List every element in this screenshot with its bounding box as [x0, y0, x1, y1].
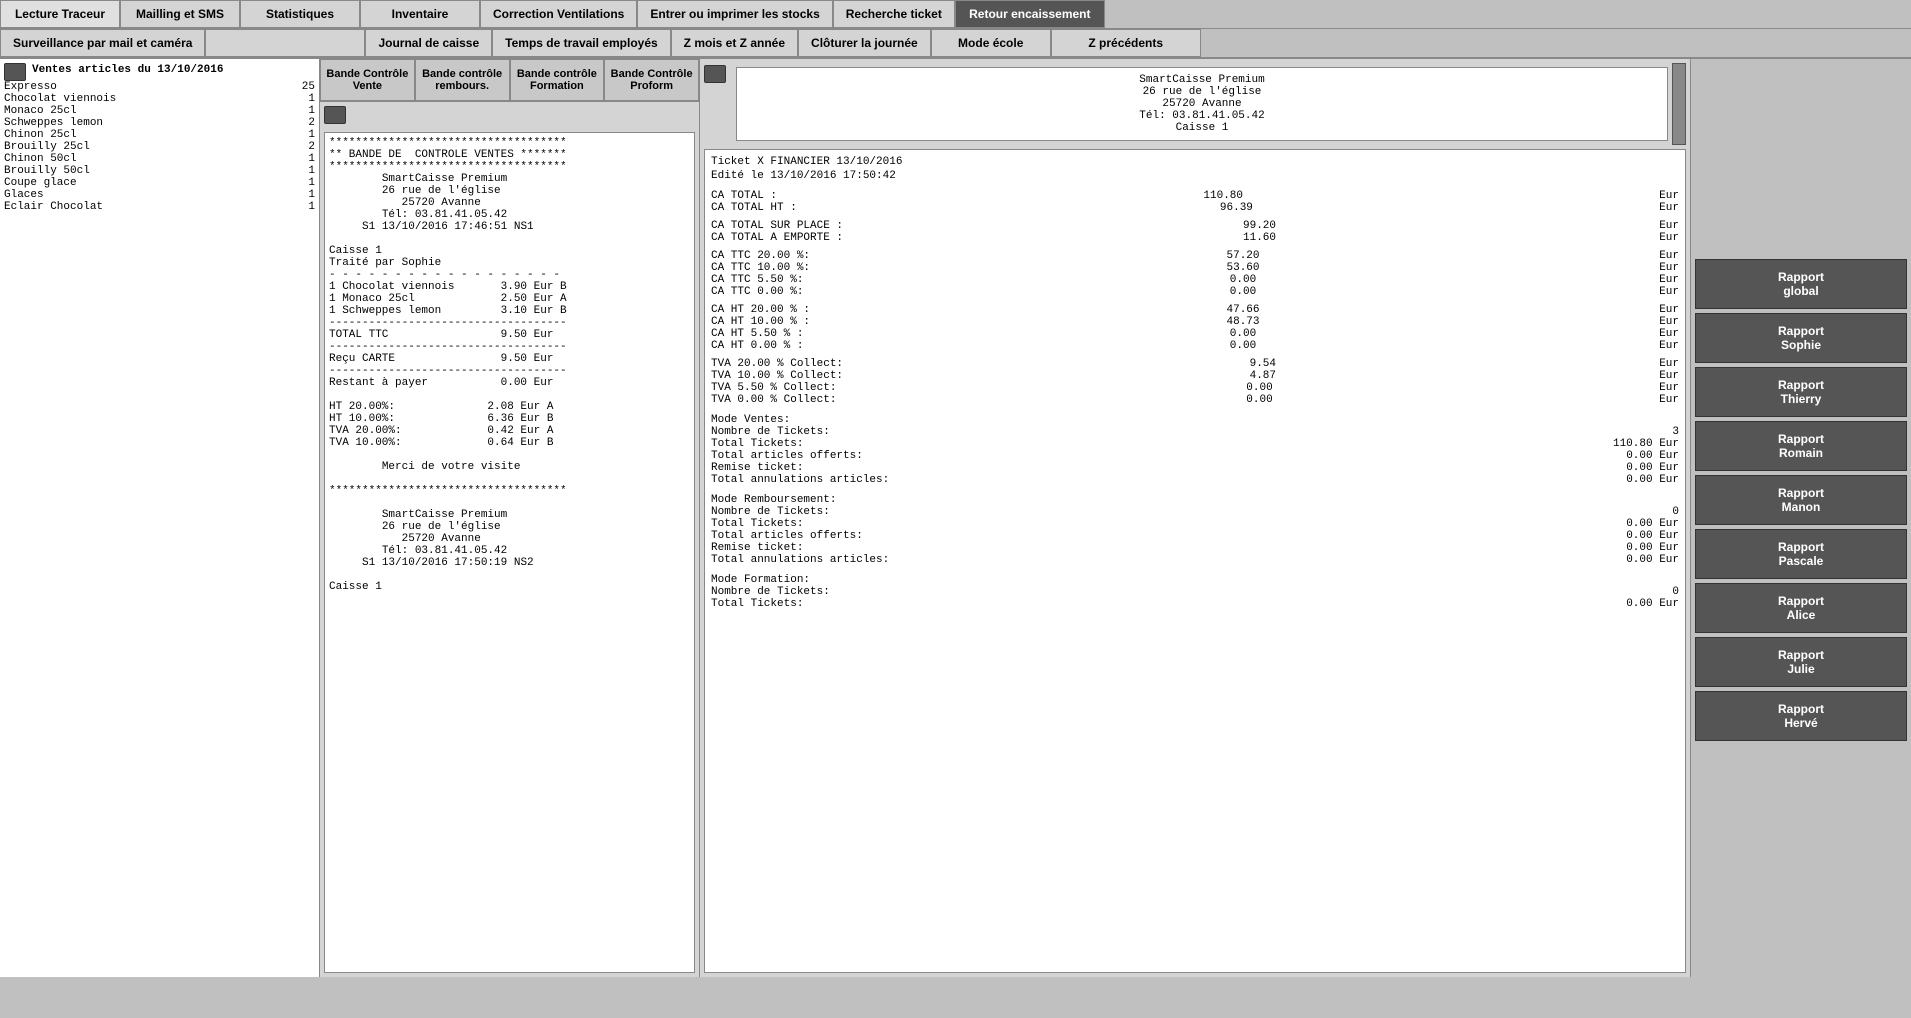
- ticket-row: TVA 10.00 % Collect:4.87Eur: [711, 370, 1679, 382]
- list-item: Schweppes lemon2: [4, 117, 315, 129]
- nav-surveillance[interactable]: Surveillance par mail et caméra: [0, 29, 205, 57]
- bande-content[interactable]: ************************************ ** …: [324, 132, 695, 973]
- total-articles-offerts-row: Total articles offerts: 0.00 Eur: [711, 450, 1679, 462]
- total-annulations-ventes-row: Total annulations articles: 0.00 Eur: [711, 474, 1679, 486]
- ticket-row: CA HT 5.50 % :0.00Eur: [711, 328, 1679, 340]
- total-articles-offerts-remb-row: Total articles offerts: 0.00 Eur: [711, 530, 1679, 542]
- nav-recherche-ticket[interactable]: Recherche ticket: [833, 0, 955, 28]
- ticket-row: TVA 5.50 % Collect:0.00Eur: [711, 382, 1679, 394]
- rapport-btn-0[interactable]: Rapport global: [1695, 259, 1907, 309]
- top-nav: Lecture Traceur Mailling et SMS Statisti…: [0, 0, 1911, 29]
- mode-remboursement-section: Mode Remboursement: Nombre de Tickets: 0…: [711, 494, 1679, 566]
- ticket-title-line1: Ticket X FINANCIER 13/10/2016: [711, 156, 1679, 168]
- nombre-tickets-row: Nombre de Tickets: 3: [711, 426, 1679, 438]
- ticket-row: CA TOTAL HT :96.39Eur: [711, 202, 1679, 214]
- main-layout: Ventes articles du 13/10/2016 Expresso25…: [0, 59, 1911, 977]
- list-item: Chocolat viennois1: [4, 93, 315, 105]
- ticket-row: CA TTC 20.00 %:57.20Eur: [711, 250, 1679, 262]
- second-nav: Surveillance par mail et caméra Journal …: [0, 29, 1911, 59]
- ticket-row: CA TOTAL A EMPORTE :11.60Eur: [711, 232, 1679, 244]
- ticket-city: 25720 Avanne: [743, 98, 1661, 110]
- rapport-btn-7[interactable]: Rapport Julie: [1695, 637, 1907, 687]
- rapport-btn-8[interactable]: Rapport Hervé: [1695, 691, 1907, 741]
- total-tickets-ventes-row: Total Tickets: 110.80 Eur: [711, 438, 1679, 450]
- ticket-row: CA TOTAL :110.80Eur: [711, 190, 1679, 202]
- rapport-btn-3[interactable]: Rapport Romain: [1695, 421, 1907, 471]
- list-item: Coupe glace1: [4, 177, 315, 189]
- rapport-btn-2[interactable]: Rapport Thierry: [1695, 367, 1907, 417]
- bande-controle-formation[interactable]: Bande contrôle Formation: [510, 59, 605, 101]
- nav-z-mois-annee[interactable]: Z mois et Z année: [671, 29, 798, 57]
- ticket-row: TVA 0.00 % Collect:0.00Eur: [711, 394, 1679, 406]
- remise-ticket-remb-row: Remise ticket: 0.00 Eur: [711, 542, 1679, 554]
- ticket-row: CA TTC 0.00 %:0.00Eur: [711, 286, 1679, 298]
- ticket-row: CA HT 0.00 % :0.00Eur: [711, 340, 1679, 352]
- nav-temps-travail[interactable]: Temps de travail employés: [492, 29, 671, 57]
- bande-controle-rembours[interactable]: Bande contrôle rembours.: [415, 59, 510, 101]
- nav-lecture-traceur[interactable]: Lecture Traceur: [0, 0, 120, 28]
- mode-ventes-title: Mode Ventes:: [711, 414, 1679, 426]
- nav-empty: [205, 29, 365, 57]
- nav-correction-ventilations[interactable]: Correction Ventilations: [480, 0, 637, 28]
- nav-entrer-imprimer-stocks[interactable]: Entrer ou imprimer les stocks: [637, 0, 832, 28]
- nav-cloture-journee[interactable]: Clôturer la journée: [798, 29, 931, 57]
- ticket-row: CA HT 20.00 % :47.66Eur: [711, 304, 1679, 316]
- remise-ticket-ventes-row: Remise ticket: 0.00 Eur: [711, 462, 1679, 474]
- ticket-panel: SmartCaisse Premium 26 rue de l'église 2…: [700, 59, 1691, 977]
- nav-statistiques[interactable]: Statistiques: [240, 0, 360, 28]
- ticket-row: CA TTC 10.00 %:53.60Eur: [711, 262, 1679, 274]
- ticket-row: CA TOTAL SUR PLACE :99.20Eur: [711, 220, 1679, 232]
- bande-controle-vente[interactable]: Bande Contrôle Vente: [320, 59, 415, 101]
- ticket-row: CA TTC 5.50 %:0.00Eur: [711, 274, 1679, 286]
- list-item: Brouilly 50cl1: [4, 165, 315, 177]
- nombre-tickets-remb-row: Nombre de Tickets: 0: [711, 506, 1679, 518]
- right-panel: Rapport globalRapport SophieRapport Thie…: [1691, 59, 1911, 977]
- bande-buttons: Bande Contrôle Vente Bande contrôle remb…: [320, 59, 699, 102]
- nav-mode-ecole[interactable]: Mode école: [931, 29, 1051, 57]
- ticket-address: 26 rue de l'église: [743, 86, 1661, 98]
- total-annulations-remb-row: Total annulations articles: 0.00 Eur: [711, 554, 1679, 566]
- mode-remboursement-title: Mode Remboursement:: [711, 494, 1679, 506]
- ticket-row: TVA 20.00 % Collect:9.54Eur: [711, 358, 1679, 370]
- rapport-btn-1[interactable]: Rapport Sophie: [1695, 313, 1907, 363]
- bande-controle-proform[interactable]: Bande Contrôle Proform: [604, 59, 699, 101]
- list-item: Chinon 25cl1: [4, 129, 315, 141]
- ticket-caisse: Caisse 1: [743, 122, 1661, 134]
- rapport-btn-5[interactable]: Rapport Pascale: [1695, 529, 1907, 579]
- bande-printer-icon[interactable]: [324, 106, 346, 124]
- nav-retour-encaissement[interactable]: Retour encaissement: [955, 0, 1105, 28]
- nav-z-precedents[interactable]: Z précédents: [1051, 29, 1201, 57]
- nav-inventaire[interactable]: Inventaire: [360, 0, 480, 28]
- rapport-btn-6[interactable]: Rapport Alice: [1695, 583, 1907, 633]
- mode-formation-title: Mode Formation:: [711, 574, 1679, 586]
- list-item: Glaces1: [4, 189, 315, 201]
- mode-ventes-section: Mode Ventes: Nombre de Tickets: 3 Total …: [711, 414, 1679, 486]
- printer-icon[interactable]: [4, 63, 26, 81]
- total-tickets-form-row: Total Tickets: 0.00 Eur: [711, 598, 1679, 610]
- nombre-tickets-form-row: Nombre de Tickets: 0: [711, 586, 1679, 598]
- ticket-header: SmartCaisse Premium 26 rue de l'église 2…: [736, 67, 1668, 141]
- ticket-rows: CA TOTAL :110.80EurCA TOTAL HT :96.39Eur…: [711, 190, 1679, 406]
- rapport-btn-4[interactable]: Rapport Manon: [1695, 475, 1907, 525]
- list-item: Eclair Chocolat1: [4, 201, 315, 213]
- total-tickets-remb-row: Total Tickets: 0.00 Eur: [711, 518, 1679, 530]
- nav-mailling-sms[interactable]: Mailling et SMS: [120, 0, 240, 28]
- list-item: Brouilly 25cl2: [4, 141, 315, 153]
- ventes-title: Ventes articles du 13/10/2016: [32, 64, 223, 76]
- bande-panel: Bande Contrôle Vente Bande contrôle remb…: [320, 59, 700, 977]
- list-item: Chinon 50cl1: [4, 153, 315, 165]
- ticket-row: CA HT 10.00 % :48.73Eur: [711, 316, 1679, 328]
- nav-journal-caisse[interactable]: Journal de caisse: [365, 29, 492, 57]
- mode-formation-section: Mode Formation: Nombre de Tickets: 0 Tot…: [711, 574, 1679, 610]
- ticket-company: SmartCaisse Premium: [743, 74, 1661, 86]
- ventes-list: Expresso25Chocolat viennois1Monaco 25cl1…: [4, 81, 315, 213]
- ticket-title-line2: Edité le 13/10/2016 17:50:42: [711, 170, 1679, 182]
- ticket-tel: Tél: 03.81.41.05.42: [743, 110, 1661, 122]
- ticket-printer-icon[interactable]: [704, 65, 726, 83]
- list-item: Monaco 25cl1: [4, 105, 315, 117]
- left-panel: Ventes articles du 13/10/2016 Expresso25…: [0, 59, 320, 977]
- list-item: Expresso25: [4, 81, 315, 93]
- ticket-content[interactable]: Ticket X FINANCIER 13/10/2016 Edité le 1…: [704, 149, 1686, 973]
